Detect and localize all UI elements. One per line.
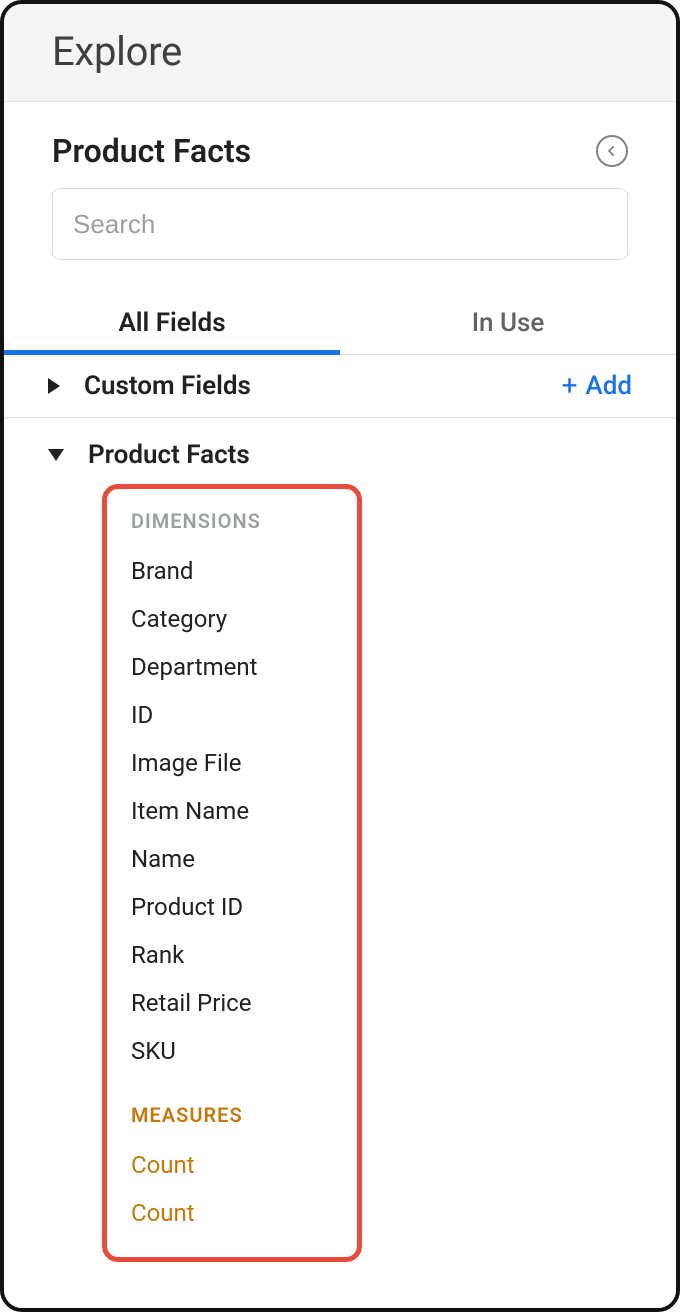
dimension-item[interactable]: Rank — [131, 931, 333, 979]
dimension-item[interactable]: SKU — [131, 1027, 333, 1075]
fields-highlight-box: DIMENSIONS BrandCategoryDepartmentIDImag… — [102, 484, 362, 1262]
dimension-item[interactable]: Product ID — [131, 883, 333, 931]
dimensions-heading: DIMENSIONS — [131, 509, 333, 533]
dimension-item[interactable]: Item Name — [131, 787, 333, 835]
custom-fields-label: Custom Fields — [84, 371, 538, 401]
title-row: Product Facts — [40, 132, 640, 170]
group-label: Product Facts — [88, 440, 250, 470]
dimension-item[interactable]: Brand — [131, 547, 333, 595]
plus-icon: + — [562, 372, 578, 400]
custom-fields-row[interactable]: Custom Fields + Add — [4, 355, 676, 418]
collapse-button[interactable] — [596, 135, 628, 167]
dimension-item[interactable]: ID — [131, 691, 333, 739]
dimension-item[interactable]: Image File — [131, 739, 333, 787]
measure-item[interactable]: Count — [131, 1141, 333, 1189]
dimensions-list: BrandCategoryDepartmentIDImage FileItem … — [131, 547, 333, 1075]
dimension-item[interactable]: Department — [131, 643, 333, 691]
measures-list: CountCount — [131, 1141, 333, 1237]
measures-heading: MEASURES — [131, 1103, 333, 1127]
tab-in-use[interactable]: In Use — [340, 294, 676, 354]
explore-panel: Explore Product Facts All Fields In Use … — [0, 0, 680, 1312]
add-button[interactable]: + Add — [562, 371, 632, 401]
dimension-item[interactable]: Category — [131, 595, 333, 643]
group-product-facts[interactable]: Product Facts — [40, 418, 640, 484]
search-input[interactable] — [52, 188, 628, 260]
tabs: All Fields In Use — [4, 294, 676, 355]
dimension-item[interactable]: Name — [131, 835, 333, 883]
add-button-label: Add — [585, 371, 632, 401]
dimension-item[interactable]: Retail Price — [131, 979, 333, 1027]
chevron-down-icon — [48, 449, 64, 461]
search-wrap — [40, 188, 640, 260]
tab-all-fields[interactable]: All Fields — [4, 294, 340, 354]
chevron-left-icon — [605, 144, 619, 158]
chevron-right-icon — [48, 378, 60, 394]
panel-content: Product Facts All Fields In Use Custom F… — [4, 102, 676, 1308]
page-title: Product Facts — [52, 132, 251, 170]
panel-header-title: Explore — [52, 28, 640, 75]
measure-item[interactable]: Count — [131, 1189, 333, 1237]
panel-header: Explore — [4, 4, 676, 102]
